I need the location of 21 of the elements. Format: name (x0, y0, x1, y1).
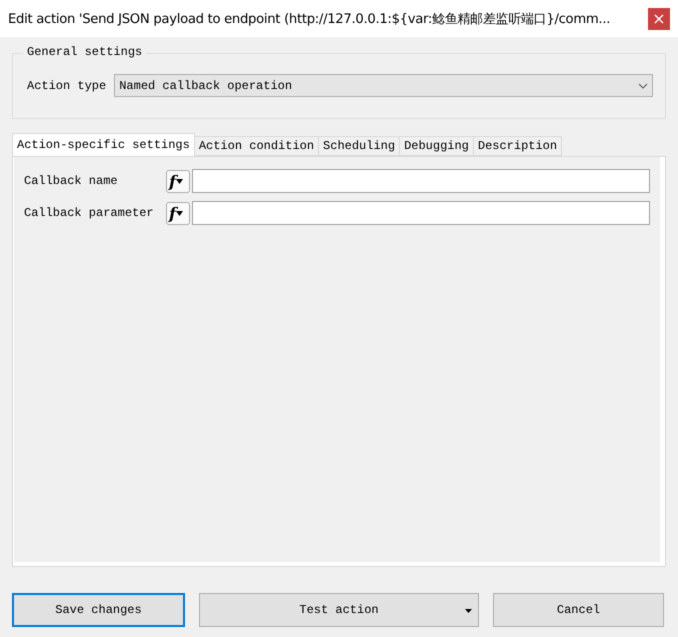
tab[interactable]: Action-specific settings (12, 133, 195, 156)
tab[interactable]: Scheduling (318, 136, 400, 156)
menu-button[interactable]: Test action (199, 593, 479, 627)
button[interactable]: Cancel (493, 593, 664, 627)
close-button[interactable]: × (648, 8, 670, 30)
input-field[interactable] (192, 201, 650, 225)
function-button[interactable]: f (166, 170, 190, 192)
field-label: Callback parameter (24, 206, 155, 220)
tab[interactable]: Action condition (194, 136, 320, 156)
tab[interactable]: Debugging (399, 136, 474, 156)
action-type-dropdown[interactable]: Named callback operation (114, 74, 653, 97)
chevron-down-icon (638, 82, 648, 88)
field-label: Callback name (24, 174, 119, 188)
group-title: General settings (23, 45, 146, 59)
button[interactable]: Save changes (12, 593, 185, 627)
window-title: Edit action 'Send JSON payload to endpoint (http://127.0.0.1:${var:鲶鱼精邮差监听端口}/comm... (8, 10, 610, 28)
function-button[interactable]: f (166, 202, 190, 224)
caret-icon (465, 609, 472, 613)
input-field[interactable] (192, 169, 650, 193)
tab[interactable]: Description (472, 136, 562, 156)
field-label: Action type (27, 78, 106, 92)
